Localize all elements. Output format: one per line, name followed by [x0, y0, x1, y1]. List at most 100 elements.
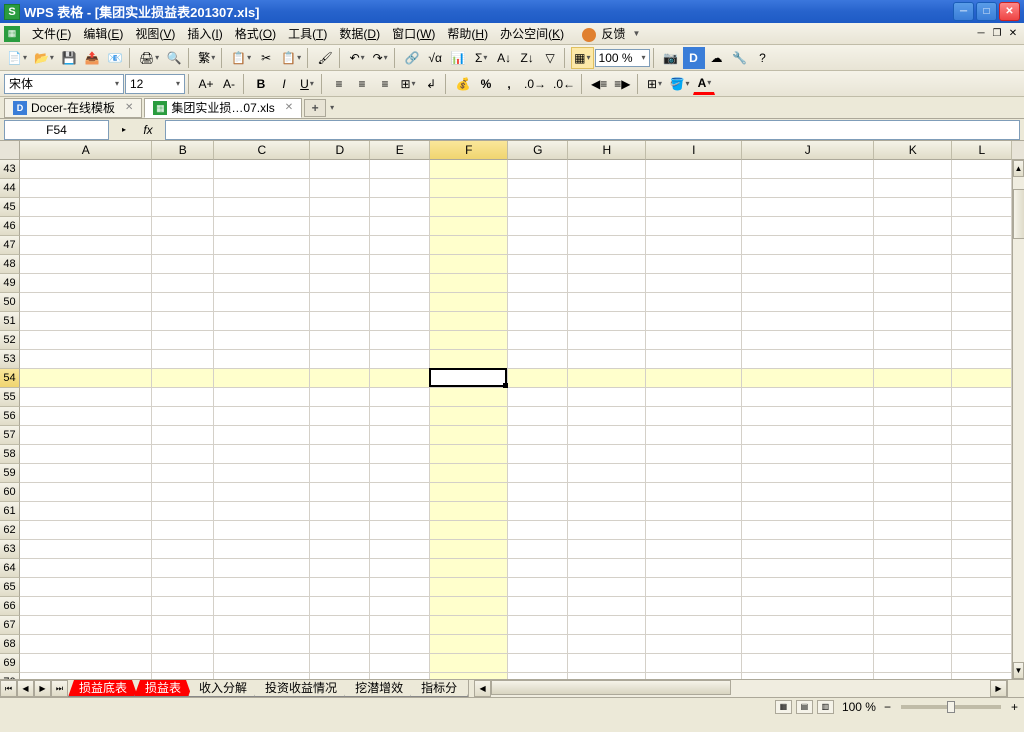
page-break-button[interactable]: ▥ [817, 700, 834, 714]
cell-F64[interactable] [430, 559, 508, 578]
cell-F66[interactable] [430, 597, 508, 616]
cell-G59[interactable] [508, 464, 568, 483]
cell-C54[interactable] [214, 369, 310, 388]
menu-数据[interactable]: 数据(D) [333, 23, 386, 44]
cell-K61[interactable] [874, 502, 952, 521]
font-select[interactable]: 宋体▾ [4, 74, 124, 94]
menu-工具[interactable]: 工具(T) [282, 23, 333, 44]
cell-E52[interactable] [370, 331, 430, 350]
print-preview-button[interactable]: 🔍 [163, 47, 185, 69]
percent-button[interactable]: % [475, 73, 497, 95]
cell-G46[interactable] [508, 217, 568, 236]
cell-L43[interactable] [952, 160, 1012, 179]
cell-A61[interactable] [20, 502, 152, 521]
cell-B66[interactable] [152, 597, 214, 616]
cell-C63[interactable] [214, 540, 310, 559]
new-button[interactable]: 📄▾ [4, 47, 30, 69]
menu-窗口[interactable]: 窗口(W) [386, 23, 441, 44]
cell-J53[interactable] [742, 350, 874, 369]
cell-J50[interactable] [742, 293, 874, 312]
cell-D63[interactable] [310, 540, 370, 559]
cell-B68[interactable] [152, 635, 214, 654]
doc-close-button[interactable]: ✕ [1006, 27, 1020, 41]
cell-C68[interactable] [214, 635, 310, 654]
cell-B53[interactable] [152, 350, 214, 369]
row-header-51[interactable]: 51 [0, 312, 20, 331]
cell-B65[interactable] [152, 578, 214, 597]
cell-J52[interactable] [742, 331, 874, 350]
cell-I58[interactable] [646, 445, 742, 464]
wps-icon[interactable]: ▦ [4, 26, 20, 42]
cell-D45[interactable] [310, 198, 370, 217]
cell-G68[interactable] [508, 635, 568, 654]
fill-color-button[interactable]: 🪣▾ [667, 73, 693, 95]
cell-C69[interactable] [214, 654, 310, 673]
cell-F70[interactable] [430, 673, 508, 679]
cell-D68[interactable] [310, 635, 370, 654]
cell-A59[interactable] [20, 464, 152, 483]
cell-K48[interactable] [874, 255, 952, 274]
cell-D47[interactable] [310, 236, 370, 255]
cell-G43[interactable] [508, 160, 568, 179]
paste-button[interactable]: 📋▾ [278, 47, 304, 69]
cell-C55[interactable] [214, 388, 310, 407]
docer-button[interactable]: D [683, 47, 705, 69]
cell-I67[interactable] [646, 616, 742, 635]
cell-C52[interactable] [214, 331, 310, 350]
column-header-B[interactable]: B [152, 141, 214, 160]
cell-J67[interactable] [742, 616, 874, 635]
cell-I66[interactable] [646, 597, 742, 616]
cell-L54[interactable] [952, 369, 1012, 388]
cell-L62[interactable] [952, 521, 1012, 540]
cell-G56[interactable] [508, 407, 568, 426]
cell-K50[interactable] [874, 293, 952, 312]
cell-C50[interactable] [214, 293, 310, 312]
cell-F58[interactable] [430, 445, 508, 464]
cell-K57[interactable] [874, 426, 952, 445]
cell-K66[interactable] [874, 597, 952, 616]
cell-I62[interactable] [646, 521, 742, 540]
filter-button[interactable]: ▽ [539, 47, 561, 69]
scroll-left-button[interactable]: ◀ [474, 680, 491, 697]
cell-I49[interactable] [646, 274, 742, 293]
cell-H70[interactable] [568, 673, 646, 679]
cell-L65[interactable] [952, 578, 1012, 597]
cell-L57[interactable] [952, 426, 1012, 445]
cell-C46[interactable] [214, 217, 310, 236]
cell-K49[interactable] [874, 274, 952, 293]
cell-E51[interactable] [370, 312, 430, 331]
cell-K67[interactable] [874, 616, 952, 635]
fx-icon[interactable]: fx [139, 121, 157, 139]
cell-H49[interactable] [568, 274, 646, 293]
cell-A63[interactable] [20, 540, 152, 559]
cell-D52[interactable] [310, 331, 370, 350]
redo-button[interactable]: ↷▾ [369, 47, 391, 69]
row-header-50[interactable]: 50 [0, 293, 20, 312]
cell-F48[interactable] [430, 255, 508, 274]
cell-H51[interactable] [568, 312, 646, 331]
cell-H68[interactable] [568, 635, 646, 654]
cell-D56[interactable] [310, 407, 370, 426]
cell-I60[interactable] [646, 483, 742, 502]
row-header-61[interactable]: 61 [0, 502, 20, 521]
cell-H62[interactable] [568, 521, 646, 540]
cell-L58[interactable] [952, 445, 1012, 464]
row-header-66[interactable]: 66 [0, 597, 20, 616]
cell-G53[interactable] [508, 350, 568, 369]
cell-D65[interactable] [310, 578, 370, 597]
cell-I56[interactable] [646, 407, 742, 426]
cell-H69[interactable] [568, 654, 646, 673]
cell-H53[interactable] [568, 350, 646, 369]
tools-button[interactable]: 🔧 [729, 47, 751, 69]
cell-H64[interactable] [568, 559, 646, 578]
column-header-I[interactable]: I [646, 141, 742, 160]
cell-B70[interactable] [152, 673, 214, 679]
formula-input[interactable] [165, 120, 1020, 140]
cell-E53[interactable] [370, 350, 430, 369]
increase-decimal-button[interactable]: .0→ [521, 73, 549, 95]
add-tab-button[interactable]: + [304, 99, 326, 117]
cell-B60[interactable] [152, 483, 214, 502]
sort-desc-button[interactable]: Z↓ [516, 47, 538, 69]
column-header-H[interactable]: H [568, 141, 646, 160]
cell-H57[interactable] [568, 426, 646, 445]
